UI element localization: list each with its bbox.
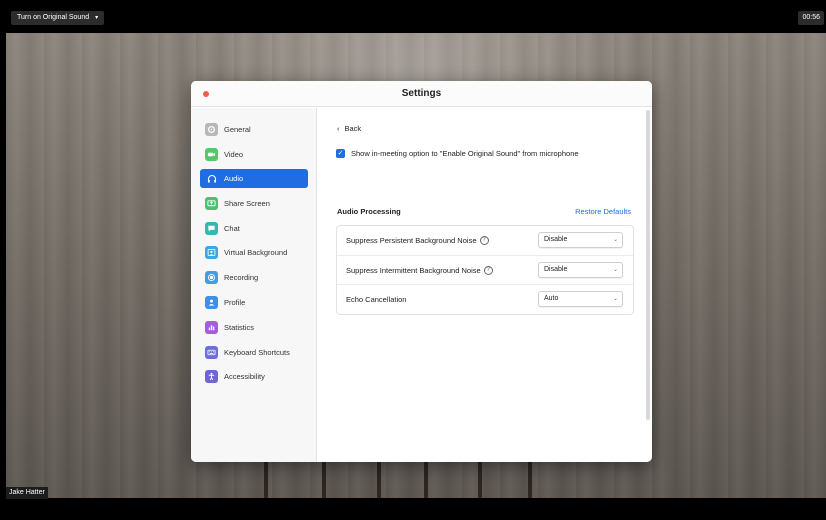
sidebar-item-label: Recording xyxy=(224,273,259,282)
settings-window: Settings General Video Audio Share Scree… xyxy=(191,81,652,462)
person-portrait-icon xyxy=(205,246,218,259)
echo-cancellation-label-wrap: Echo Cancellation xyxy=(346,285,406,314)
sidebar-item-label: Audio xyxy=(224,174,244,183)
sidebar-item-label: Chat xyxy=(224,224,240,233)
sidebar-item-label: Accessibility xyxy=(224,372,265,381)
sidebar-item-label: Share Screen xyxy=(224,199,270,208)
chevron-down-icon: ⌄ xyxy=(612,296,618,302)
meeting-bottom-bar xyxy=(0,498,826,520)
sidebar-item-accessibility[interactable]: Accessibility xyxy=(200,367,308,386)
echo-cancellation-value: Auto xyxy=(544,295,559,302)
intermittent-noise-value: Disable xyxy=(544,266,568,273)
restore-defaults-link[interactable]: Restore Defaults xyxy=(575,207,631,216)
sidebar-item-video[interactable]: Video xyxy=(200,145,308,164)
sidebar-item-label: Keyboard Shortcuts xyxy=(224,348,290,357)
back-button[interactable]: ‹ Back xyxy=(337,124,361,133)
sidebar-item-label: General xyxy=(224,125,251,134)
persistent-noise-row: Suppress Persistent Background Noise ? D… xyxy=(337,226,633,255)
sidebar-item-label: Video xyxy=(224,150,244,159)
settings-titlebar: Settings xyxy=(191,81,652,107)
content-scrollbar[interactable] xyxy=(646,110,650,420)
sidebar-item-label: Virtual Background xyxy=(224,248,288,257)
video-camera-icon xyxy=(205,148,218,161)
bar-chart-icon xyxy=(205,321,218,334)
original-sound-checkbox[interactable]: ✓ xyxy=(336,149,345,158)
original-sound-option-label: Show in-meeting option to "Enable Origin… xyxy=(351,149,579,158)
echo-cancellation-row: Echo Cancellation Auto ⌄ xyxy=(337,284,633,313)
sidebar-item-virtual-background[interactable]: Virtual Background xyxy=(200,243,308,262)
persistent-noise-value: Disable xyxy=(544,236,568,243)
intermittent-noise-label: Suppress Intermittent Background Noise xyxy=(346,266,481,275)
participant-name-tag: Jake Hatter xyxy=(6,487,48,499)
sidebar-item-keyboard-shortcuts[interactable]: Keyboard Shortcuts xyxy=(200,343,308,362)
sidebar-item-recording[interactable]: Recording xyxy=(200,268,308,287)
settings-sidebar: General Video Audio Share Screen Chat Vi… xyxy=(191,108,317,462)
back-label: Back xyxy=(344,124,362,133)
chat-bubble-icon xyxy=(205,222,218,235)
original-sound-label: Turn on Original Sound xyxy=(17,14,90,21)
sidebar-item-general[interactable]: General xyxy=(200,120,308,139)
sidebar-item-statistics[interactable]: Statistics xyxy=(200,318,308,337)
accessibility-icon xyxy=(205,370,218,383)
settings-title: Settings xyxy=(401,88,442,99)
record-icon xyxy=(205,271,218,284)
chevron-down-icon: ⌄ xyxy=(612,237,618,243)
sidebar-item-chat[interactable]: Chat xyxy=(200,219,308,238)
echo-cancellation-select[interactable]: Auto ⌄ xyxy=(538,291,623,307)
keyboard-icon xyxy=(205,346,218,359)
audio-processing-title: Audio Processing xyxy=(337,207,401,216)
persistent-noise-select[interactable]: Disable ⌄ xyxy=(538,232,623,248)
profile-icon xyxy=(205,296,218,309)
sidebar-item-profile[interactable]: Profile xyxy=(200,293,308,312)
sidebar-item-label: Profile xyxy=(224,298,246,307)
intermittent-noise-label-wrap: Suppress Intermittent Background Noise ? xyxy=(346,256,493,285)
zoom-meeting-screen: Turn on Original Sound ▾ 00:56 Jake Hatt… xyxy=(0,0,826,520)
audio-settings-panel: ‹ Back ✓ Show in-meeting option to "Enab… xyxy=(318,108,652,462)
chevron-down-icon: ⌄ xyxy=(612,267,618,273)
help-icon[interactable]: ? xyxy=(479,236,489,245)
original-sound-button[interactable]: Turn on Original Sound ▾ xyxy=(11,11,105,25)
chair-legs-background xyxy=(256,460,546,498)
persistent-noise-label-wrap: Suppress Persistent Background Noise ? xyxy=(346,226,489,255)
persistent-noise-label: Suppress Persistent Background Noise xyxy=(346,236,477,245)
chevron-down-icon[interactable]: ▾ xyxy=(95,11,98,25)
headphones-icon xyxy=(205,172,218,185)
meeting-timer: 00:56 xyxy=(798,11,824,25)
help-icon[interactable]: ? xyxy=(483,266,493,275)
sidebar-item-share-screen[interactable]: Share Screen xyxy=(200,194,308,213)
original-sound-option[interactable]: ✓ Show in-meeting option to "Enable Orig… xyxy=(336,149,579,158)
intermittent-noise-row: Suppress Intermittent Background Noise ?… xyxy=(337,255,633,284)
share-screen-icon xyxy=(205,197,218,210)
sidebar-item-label: Statistics xyxy=(224,323,255,332)
audio-processing-box: Suppress Persistent Background Noise ? D… xyxy=(336,225,634,315)
gear-icon xyxy=(205,123,218,136)
chevron-left-icon: ‹ xyxy=(337,124,340,133)
intermittent-noise-select[interactable]: Disable ⌄ xyxy=(538,262,623,278)
meeting-top-bar: Turn on Original Sound ▾ 00:56 xyxy=(0,0,826,33)
sidebar-item-audio[interactable]: Audio xyxy=(200,169,308,188)
echo-cancellation-label: Echo Cancellation xyxy=(346,295,407,304)
